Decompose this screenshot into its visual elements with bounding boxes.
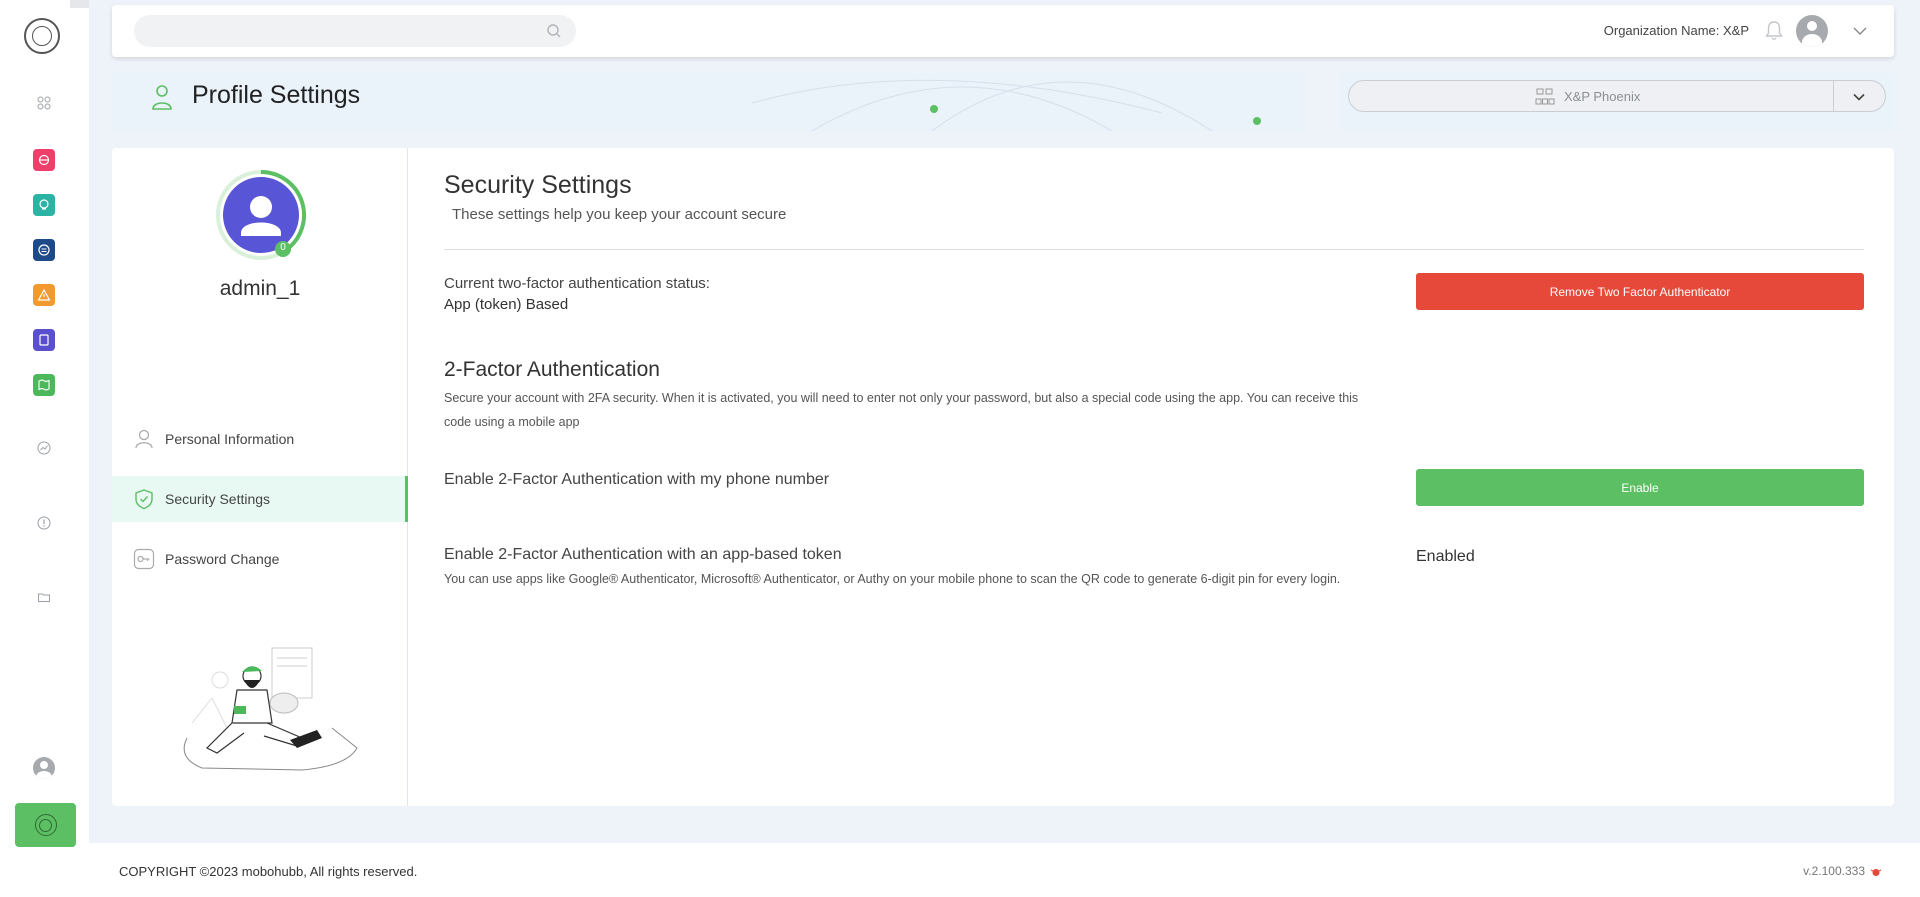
green-map-icon[interactable]: [33, 374, 55, 396]
profile-sidebar: 0 admin_1 Personal Information Security …: [112, 148, 408, 806]
profile-badge: 0: [280, 242, 286, 253]
organization-select-value: X&P Phoenix: [1564, 89, 1641, 104]
top-header: Organization Name: X&P: [112, 5, 1894, 57]
search-icon[interactable]: [546, 23, 562, 39]
teal-app-icon[interactable]: [33, 194, 55, 216]
search-input[interactable]: [134, 15, 576, 47]
user-icon[interactable]: [33, 757, 55, 779]
shield-icon: [135, 489, 153, 510]
version-text: v.2.100.333: [1803, 864, 1865, 878]
profile-icon: [152, 85, 172, 110]
divider: [444, 249, 1864, 250]
nav-item-personal-information[interactable]: Personal Information: [112, 416, 408, 462]
app-2fa-description: You can use apps like Google® Authentica…: [444, 572, 1341, 586]
enable-phone-2fa-button[interactable]: Enable: [1416, 469, 1864, 506]
profile-settings-card: 0 admin_1 Personal Information Security …: [112, 148, 1894, 806]
user-avatar[interactable]: [1796, 15, 1828, 47]
folder-icon[interactable]: [33, 586, 55, 608]
app-2fa-label: Enable 2-Factor Authentication with an a…: [444, 546, 842, 563]
section-title: Security Settings: [444, 171, 632, 199]
reading-person-illustration: [183, 647, 358, 771]
footer: COPYRIGHT ©2023 mobohubb, All rights res…: [89, 843, 1920, 897]
nav-item-security-settings[interactable]: Security Settings: [112, 476, 408, 522]
two-factor-title: 2-Factor Authentication: [444, 358, 660, 381]
bell-icon[interactable]: [1764, 20, 1784, 42]
two-factor-description: Secure your account with 2FA security. W…: [444, 391, 1359, 429]
nav-label: Password Change: [165, 551, 280, 567]
organization-name: Organization Name: X&P: [1603, 23, 1749, 38]
grid-icon[interactable]: [33, 92, 55, 114]
purple-app-icon[interactable]: [33, 329, 55, 351]
chart-icon[interactable]: [33, 437, 55, 459]
phone-2fa-label: Enable 2-Factor Authentication with my p…: [444, 471, 830, 488]
logo-icon[interactable]: [24, 18, 60, 54]
chevron-down-icon[interactable]: [1851, 89, 1867, 105]
home-logo-button[interactable]: [15, 803, 76, 847]
page-title: Profile Settings: [192, 81, 361, 109]
nav-label: Personal Information: [165, 431, 295, 447]
collapse-tab[interactable]: [70, 0, 89, 8]
section-subtitle: These settings help you keep your accoun…: [452, 206, 787, 223]
two-factor-status-label: Current two-factor authentication status…: [444, 275, 710, 292]
hierarchy-icon: [1535, 88, 1555, 105]
key-icon: [133, 548, 155, 570]
navy-app-icon[interactable]: [33, 239, 55, 261]
orange-warning-icon[interactable]: [33, 284, 55, 306]
organization-selector-panel: X&P Phoenix: [1340, 73, 1894, 131]
two-factor-status-value: App (token) Based: [444, 296, 569, 313]
organization-select[interactable]: X&P Phoenix: [1348, 80, 1886, 112]
copyright-text: COPYRIGHT ©2023 mobohubb, All rights res…: [119, 864, 418, 879]
alert-icon[interactable]: [33, 512, 55, 534]
chevron-down-icon[interactable]: [1851, 22, 1869, 40]
bug-icon: [1870, 869, 1882, 876]
profile-avatar: [216, 170, 306, 260]
user-icon: [135, 429, 153, 449]
home-logo-icon: [34, 814, 57, 836]
remove-two-factor-button[interactable]: Remove Two Factor Authenticator: [1416, 273, 1864, 310]
nav-label: Security Settings: [165, 491, 271, 507]
sidebar: [0, 0, 89, 897]
app-2fa-status: Enabled: [1416, 548, 1475, 565]
page-title-banner: Profile Settings: [112, 73, 1305, 131]
nav-item-password-change[interactable]: Password Change: [112, 536, 408, 582]
username: admin_1: [219, 277, 301, 300]
pink-app-icon[interactable]: [33, 149, 55, 171]
select-divider: [1833, 81, 1834, 111]
